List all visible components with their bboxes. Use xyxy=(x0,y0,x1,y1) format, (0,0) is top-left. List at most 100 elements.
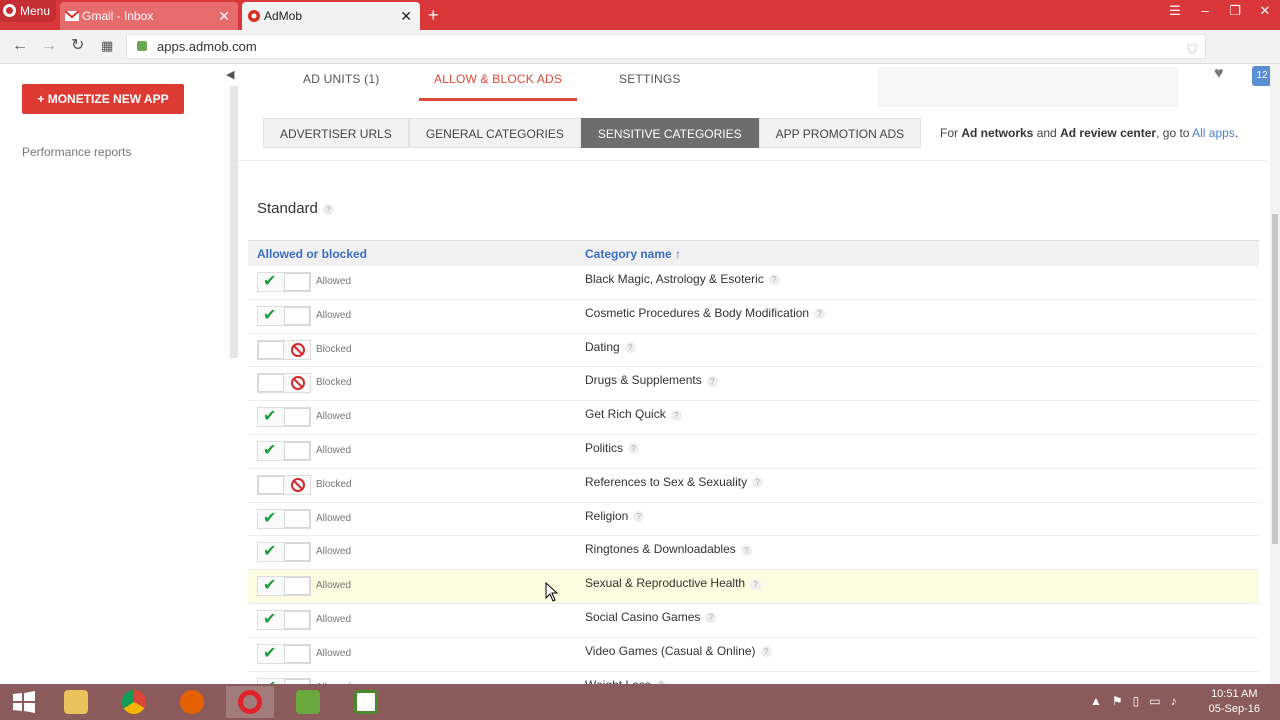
tab-general-categories[interactable]: GENERAL CATEGORIES xyxy=(408,118,581,148)
speed-dial-icon[interactable]: ▦ xyxy=(101,30,113,62)
tab-gmail[interactable]: Gmail - Inbox ✕ xyxy=(60,2,238,30)
allow-block-toggle[interactable]: ✔ xyxy=(257,508,311,529)
table-row: Blocked Drugs & Supplements? xyxy=(248,367,1259,402)
tab-ad-units[interactable]: AD UNITS (1) xyxy=(303,72,379,86)
close-window-icon[interactable]: ✕ xyxy=(1250,0,1280,30)
tab-sensitive-categories[interactable]: SENSITIVE CATEGORIES xyxy=(580,118,759,148)
tray-arrow-icon[interactable]: ▲ xyxy=(1090,694,1112,708)
help-icon[interactable]: ? xyxy=(705,612,717,624)
allow-block-toggle[interactable]: ✔ xyxy=(257,272,311,292)
sidebar-scrollbar[interactable] xyxy=(230,86,238,358)
taskbar-opera[interactable] xyxy=(226,686,274,718)
category-name: References to Sex & Sexuality? xyxy=(585,475,764,489)
minimize-icon[interactable]: – xyxy=(1190,0,1220,30)
help-icon[interactable]: ? xyxy=(670,409,682,421)
window-controls: ☰ – ❐ ✕ xyxy=(1160,0,1280,30)
network-icon[interactable]: ▭ xyxy=(1149,694,1170,708)
tab-admob[interactable]: AdMob ✕ xyxy=(242,2,420,30)
windows-taskbar: ▲⚑▯▭♪ 10:51 AM 05-Sep-16 xyxy=(0,684,1280,720)
help-icon[interactable]: ? xyxy=(750,578,762,590)
tab-advertiser-urls[interactable]: ADVERTISER URLS xyxy=(263,118,409,148)
sidebar-item-performance-reports[interactable]: Performance reports xyxy=(22,145,131,159)
main-content: AD UNITS (1) ALLOW & BLOCK ADS SETTINGS … xyxy=(238,64,1268,684)
collapse-sidebar-icon[interactable]: ◀ xyxy=(226,68,234,81)
state-label: Blocked xyxy=(316,377,352,389)
chrome-icon xyxy=(122,690,146,714)
allow-block-toggle[interactable]: ✔ xyxy=(257,407,311,428)
volume-icon[interactable]: ♪ xyxy=(1171,694,1187,708)
table-row: ✔ Allowed Social Casino Games? xyxy=(248,604,1259,638)
state-label: Allowed xyxy=(316,276,352,287)
table-row: Blocked Dating? xyxy=(248,334,1259,368)
system-clock[interactable]: 10:51 AM 05-Sep-16 xyxy=(1209,687,1260,717)
help-icon[interactable]: ? xyxy=(760,646,772,658)
new-tab-icon[interactable]: + xyxy=(428,3,439,27)
network-note: For Ad networks and Ad review center, go… xyxy=(940,126,1239,140)
page-scrollbar[interactable] xyxy=(1270,64,1280,684)
state-label: Allowed xyxy=(316,613,352,625)
allow-block-toggle[interactable]: ✔ xyxy=(257,542,311,563)
category-name: Sexual & Reproductive Health? xyxy=(585,576,762,590)
help-icon[interactable]: ? xyxy=(752,477,764,489)
toggle-knob xyxy=(284,441,310,460)
allow-block-toggle[interactable]: ✔ xyxy=(257,643,311,664)
checkmark-icon: ✔ xyxy=(263,509,277,527)
close-tab-icon[interactable]: ✕ xyxy=(218,2,230,30)
allow-block-toggle[interactable]: ✔ xyxy=(257,576,311,597)
state-label: Blocked xyxy=(316,478,352,490)
shield-icon[interactable]: ⛉ xyxy=(1187,38,1197,61)
reload-icon[interactable]: ↻ xyxy=(71,30,84,62)
state-label: Allowed xyxy=(316,512,352,524)
toggle-knob xyxy=(284,273,310,291)
all-apps-link[interactable]: All apps xyxy=(1192,126,1235,140)
help-icon[interactable]: ? xyxy=(814,308,826,320)
close-tab-icon[interactable]: ✕ xyxy=(400,2,412,30)
restore-icon[interactable]: ❐ xyxy=(1220,0,1250,30)
flag-icon[interactable]: ⚑ xyxy=(1112,694,1133,708)
start-button[interactable] xyxy=(0,686,48,718)
taskbar-firefox[interactable] xyxy=(168,686,216,718)
state-label: Allowed xyxy=(316,411,352,423)
column-header-allowed[interactable]: Allowed or blocked xyxy=(257,247,367,261)
system-tray[interactable]: ▲⚑▯▭♪ xyxy=(1090,694,1187,708)
category-name: Black Magic, Astrology & Esoteric? xyxy=(585,272,780,286)
allow-block-toggle[interactable] xyxy=(257,474,311,495)
tab-app-promotion-ads[interactable]: APP PROMOTION ADS xyxy=(758,118,922,148)
scrollbar-thumb[interactable] xyxy=(1272,214,1278,544)
checkmark-icon: ✔ xyxy=(263,441,277,459)
taskbar-file-explorer[interactable] xyxy=(52,686,100,718)
help-icon[interactable]: ? xyxy=(740,544,752,556)
tab-settings[interactable]: SETTINGS xyxy=(619,72,681,86)
checkmark-icon: ✔ xyxy=(263,610,277,628)
help-icon[interactable]: ? xyxy=(706,375,718,387)
taskbar-camtasia-recorder[interactable] xyxy=(342,686,390,718)
opera-menu-button[interactable]: Menu xyxy=(0,0,56,22)
allow-block-toggle[interactable]: ✔ xyxy=(257,440,311,461)
state-label: Allowed xyxy=(316,647,352,659)
help-icon[interactable]: ? xyxy=(322,203,334,215)
column-header-category[interactable]: Category name ↑ xyxy=(585,247,681,261)
checkmark-icon: ✔ xyxy=(263,543,277,561)
help-icon[interactable]: ? xyxy=(628,443,640,455)
address-bar: ← → ↻ ▦ apps.admob.com ⛉ ♥ 12 xyxy=(0,30,1280,86)
url-field[interactable]: apps.admob.com ⛉ xyxy=(126,34,1206,59)
checkmark-icon: ✔ xyxy=(263,644,277,662)
forward-icon[interactable]: → xyxy=(41,30,57,62)
device-icon[interactable]: ▯ xyxy=(1133,694,1150,708)
allow-block-toggle[interactable]: ✔ xyxy=(257,305,311,326)
allow-block-toggle[interactable] xyxy=(257,373,311,394)
monetize-new-app-button[interactable]: + MONETIZE NEW APP xyxy=(22,84,184,114)
help-icon[interactable]: ? xyxy=(633,510,645,522)
sort-ascending-icon: ↑ xyxy=(675,247,682,261)
toggle-knob xyxy=(284,644,310,663)
back-icon[interactable]: ← xyxy=(12,30,28,62)
sidebar: + MONETIZE NEW APP Performance reports ◀ xyxy=(0,64,238,684)
help-icon[interactable]: ? xyxy=(768,274,780,286)
allow-block-toggle[interactable]: ✔ xyxy=(257,609,311,630)
taskbar-chrome[interactable] xyxy=(110,686,158,718)
tab-allow-block-ads[interactable]: ALLOW & BLOCK ADS xyxy=(419,72,578,101)
taskbar-camtasia[interactable] xyxy=(284,686,332,718)
allow-block-toggle[interactable] xyxy=(257,339,311,360)
tab-menu-icon[interactable]: ☰ xyxy=(1160,0,1190,30)
help-icon[interactable]: ? xyxy=(624,341,636,353)
